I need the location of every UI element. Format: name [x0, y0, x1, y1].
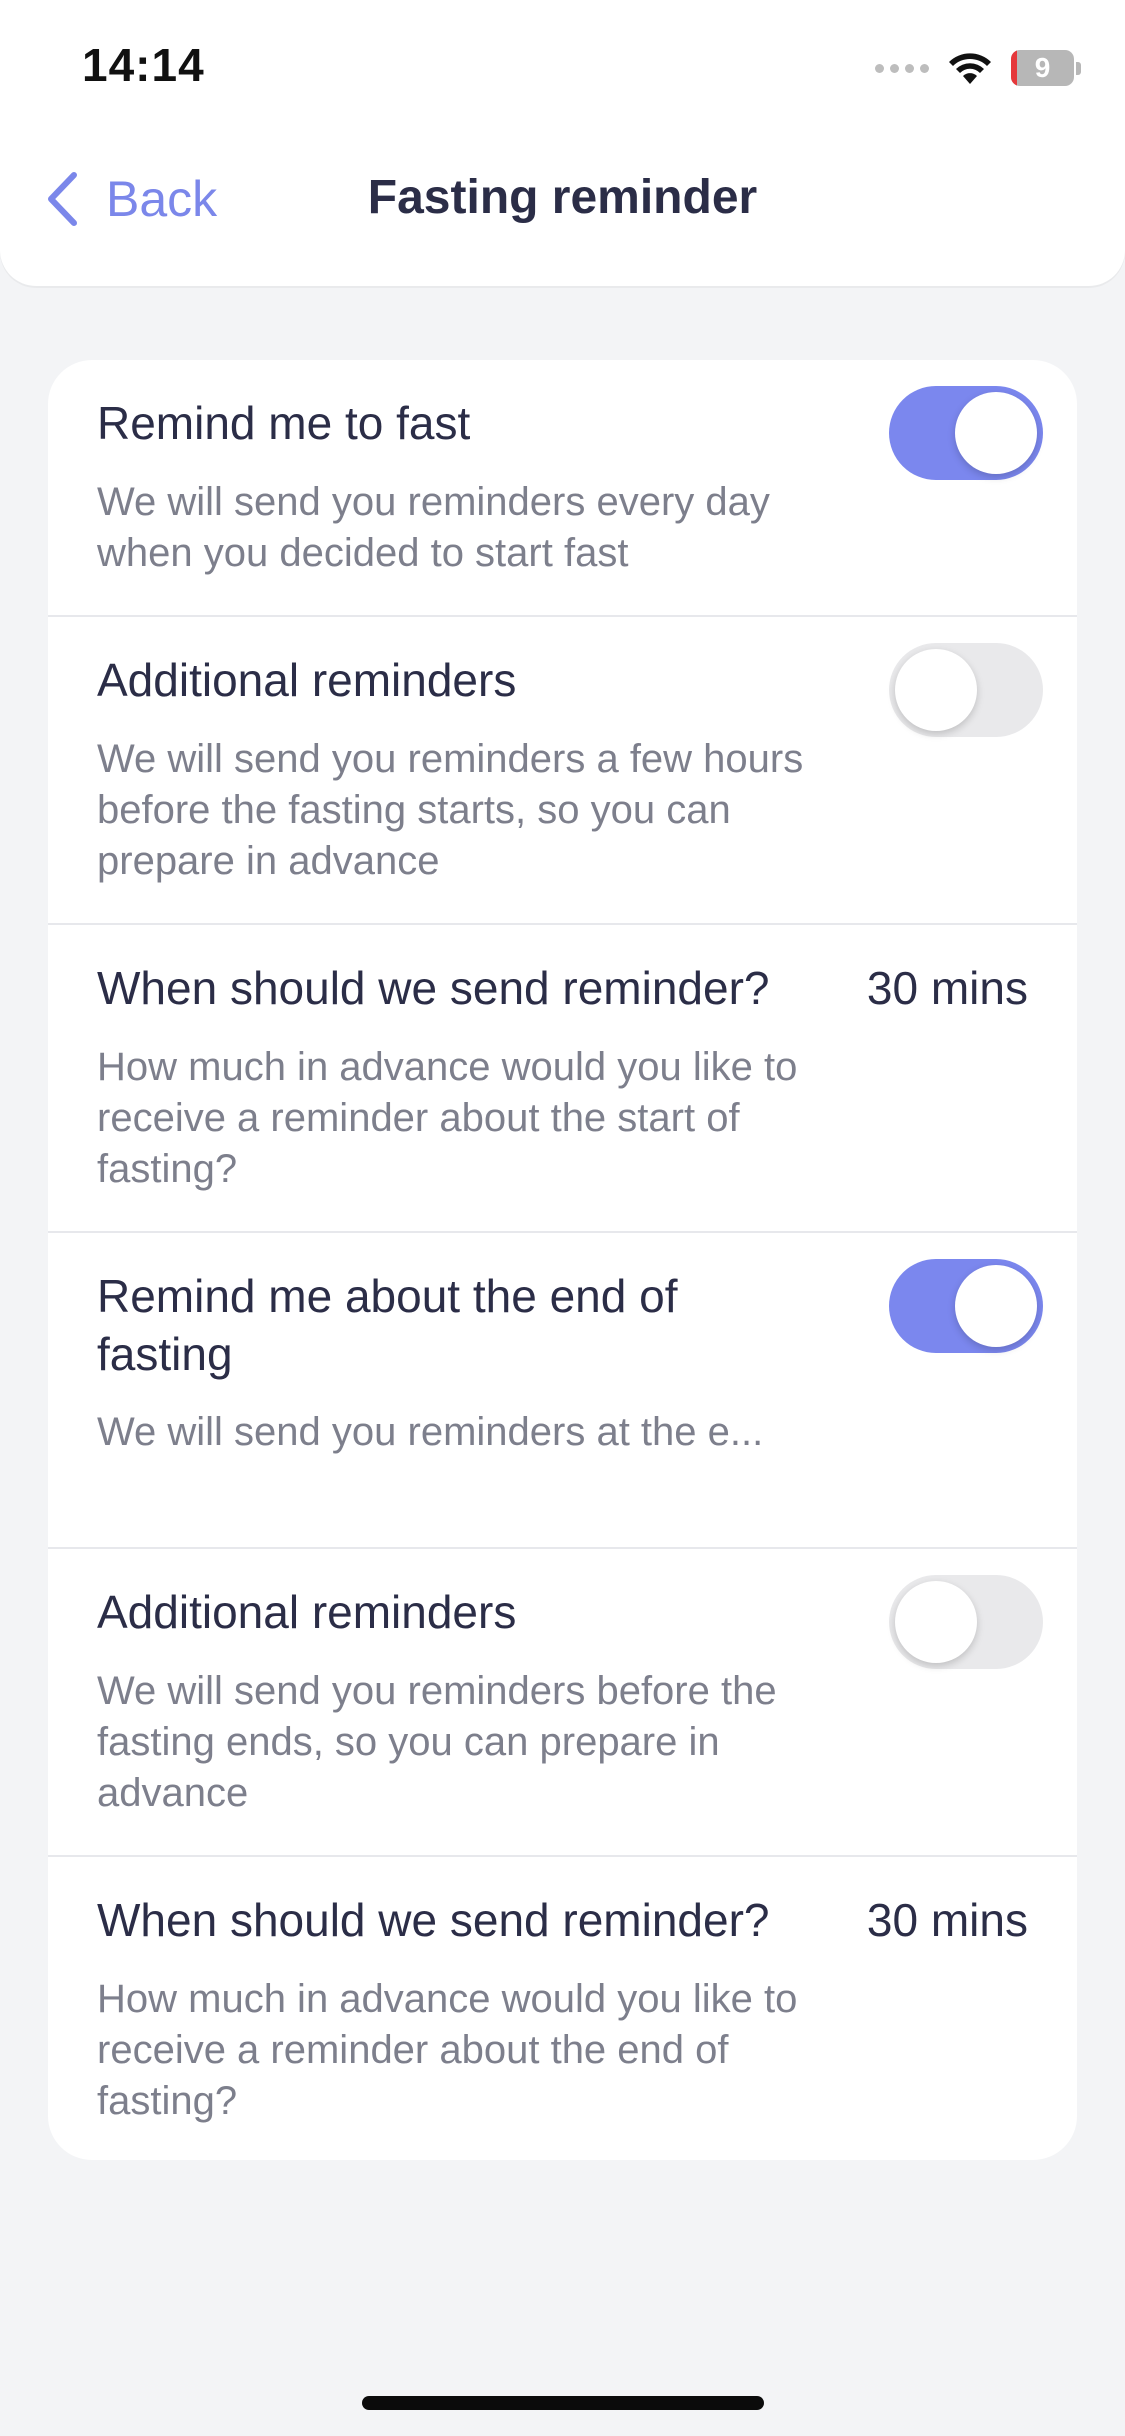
setting-title: Additional reminders: [97, 654, 517, 706]
setting-title: Additional reminders: [97, 1586, 517, 1638]
setting-title: Remind me about the end of fasting: [97, 1270, 678, 1380]
toggle-additional-reminders-end[interactable]: [889, 1575, 1043, 1669]
setting-row-additional-reminders-start: Additional reminders We will send you re…: [48, 617, 1077, 923]
setting-description: We will send you reminders every day whe…: [97, 480, 770, 575]
toggle-remind-to-fast[interactable]: [889, 386, 1043, 480]
signal-icon: [875, 63, 929, 73]
setting-row-additional-reminders-end: Additional reminders We will send you re…: [48, 1549, 1077, 1855]
setting-row-remind-end-of-fasting: Remind me about the end of fasting We wi…: [48, 1233, 1077, 1547]
status-time: 14:14: [82, 39, 205, 91]
home-indicator[interactable]: [362, 2396, 764, 2410]
battery-icon: 9: [1011, 50, 1081, 86]
wifi-icon: [949, 53, 991, 84]
setting-description: We will send you reminders before the fa…: [97, 1669, 777, 1815]
setting-title: Remind me to fast: [97, 397, 471, 449]
reminder-time-value[interactable]: 30 mins: [867, 959, 1028, 1017]
setting-description: How much in advance would you like to re…: [97, 1977, 798, 2123]
setting-description: How much in advance would you like to re…: [97, 1045, 798, 1191]
reminder-time-value[interactable]: 30 mins: [867, 1891, 1028, 1949]
settings-card: Remind me to fast We will send you remin…: [48, 360, 1077, 2160]
setting-description: We will send you reminders a few hours b…: [97, 737, 804, 883]
setting-row-remind-to-fast: Remind me to fast We will send you remin…: [48, 360, 1077, 616]
setting-description: We will send you reminders at the e...: [97, 1410, 764, 1454]
status-icons: 9: [875, 46, 1081, 90]
setting-title: When should we send reminder?: [97, 1894, 770, 1946]
setting-row-reminder-time-start[interactable]: When should we send reminder? 30 mins Ho…: [48, 925, 1077, 1231]
setting-row-reminder-time-end[interactable]: When should we send reminder? 30 mins Ho…: [48, 1857, 1077, 2160]
setting-title: When should we send reminder?: [97, 962, 770, 1014]
header: 14:14 9 Back Fasting reminder: [0, 0, 1125, 286]
battery-percent: 9: [1034, 52, 1051, 83]
page-title: Fasting reminder: [367, 171, 758, 224]
toggle-remind-end-of-fasting[interactable]: [889, 1259, 1043, 1353]
toggle-additional-reminders-start[interactable]: [889, 643, 1043, 737]
